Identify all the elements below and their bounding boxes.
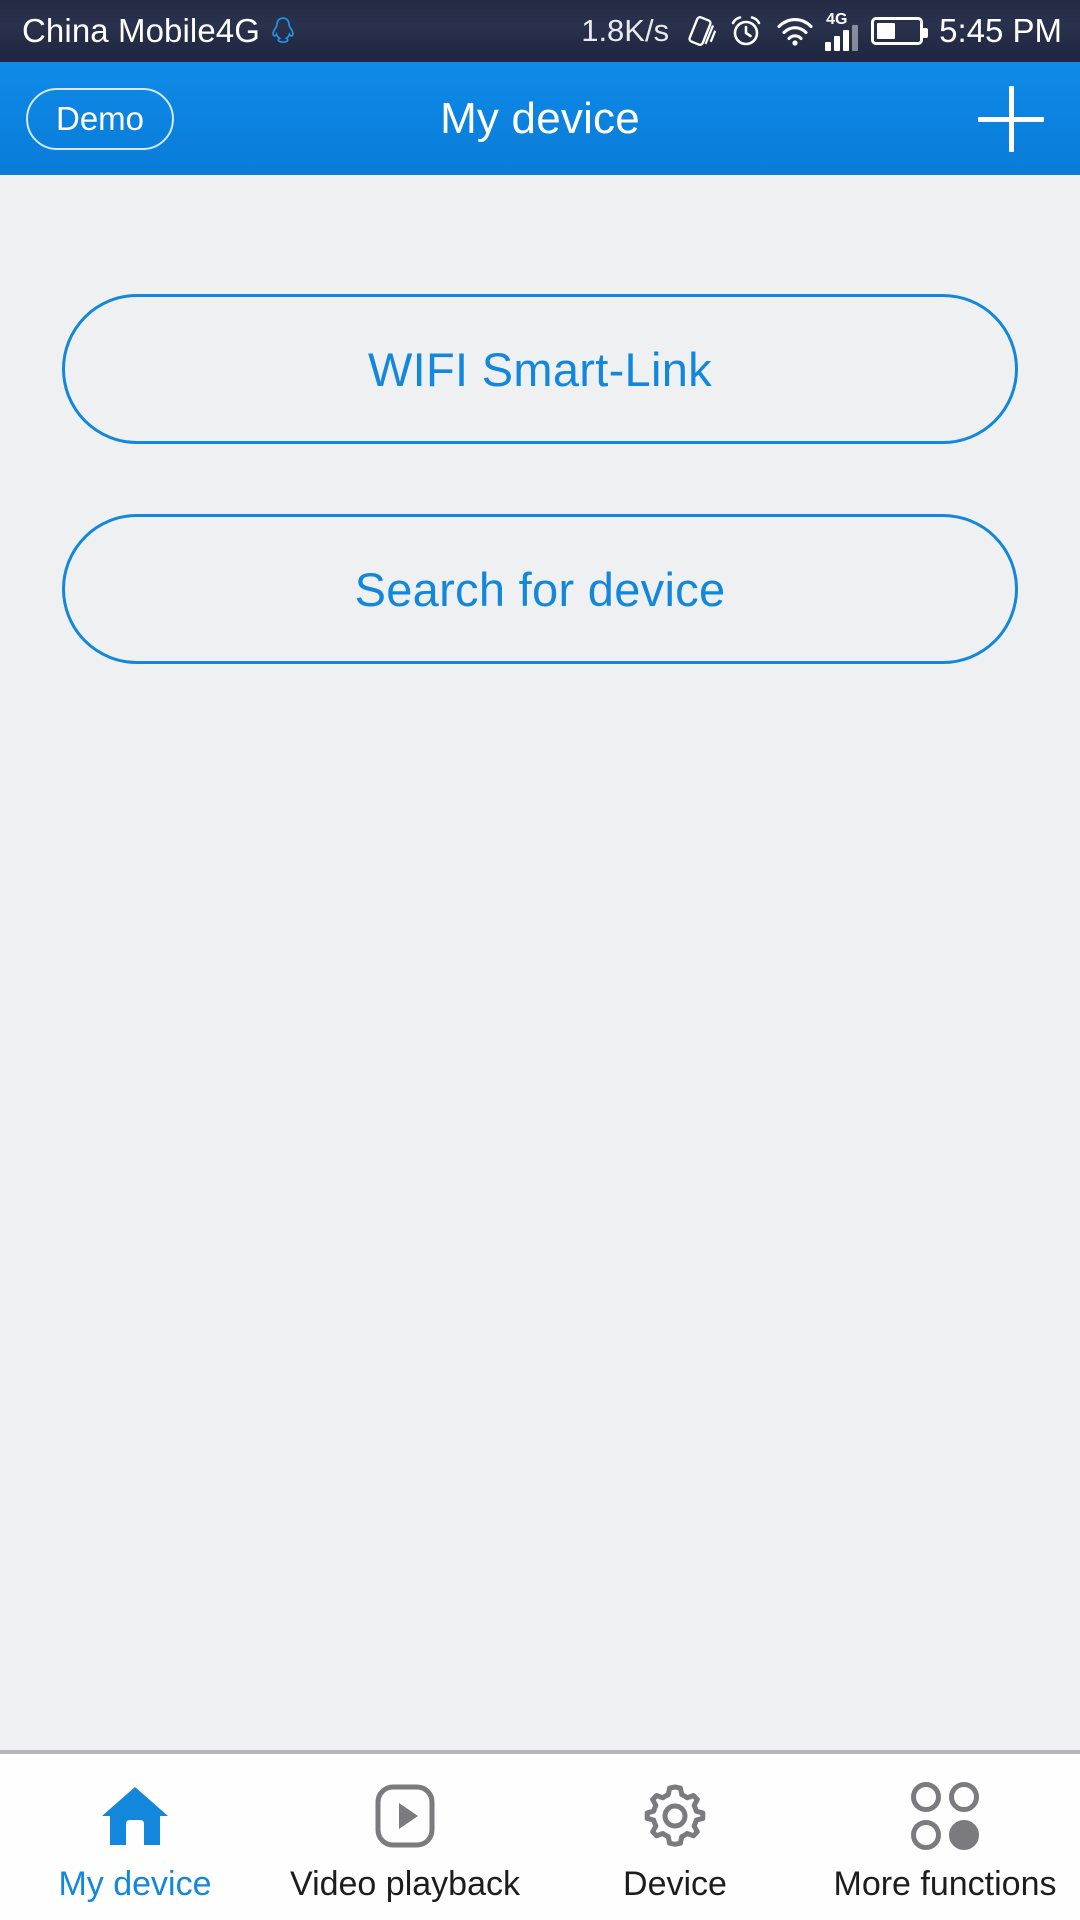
app-screen: China Mobile4G 1.8K/s 4G 5:45 PM Demo My… (0, 0, 1080, 1920)
status-bar-left: China Mobile4G (22, 12, 296, 50)
app-header: Demo My device (0, 62, 1080, 175)
four-dots-icon (911, 1779, 979, 1853)
wifi-icon (777, 18, 813, 46)
bottom-tab-bar: My device Video playback Device More fun… (0, 1750, 1080, 1920)
tab-my-device[interactable]: My device (0, 1754, 270, 1920)
gear-icon (640, 1779, 710, 1853)
tab-label-my-device: My device (58, 1865, 212, 1903)
network-speed-label: 1.8K/s (581, 13, 670, 48)
signal-bars-icon: 4G (825, 11, 859, 51)
vibrate-icon (688, 16, 717, 46)
play-video-icon (372, 1779, 438, 1853)
home-icon (98, 1779, 172, 1853)
four-dots-grid (911, 1782, 979, 1850)
signal-bars (825, 24, 859, 51)
tab-label-video-playback: Video playback (290, 1865, 520, 1903)
status-bar: China Mobile4G 1.8K/s 4G 5:45 PM (0, 0, 1080, 62)
tab-video-playback[interactable]: Video playback (270, 1754, 540, 1920)
battery-icon (871, 17, 929, 45)
main-content: WIFI Smart-Link Search for device (0, 175, 1080, 1750)
clock-label: 5:45 PM (939, 12, 1062, 49)
status-bar-right: 1.8K/s 4G 5:45 PM (581, 11, 1062, 51)
tab-label-more-functions: More functions (833, 1865, 1057, 1903)
plus-icon (978, 85, 1044, 152)
tab-label-device: Device (623, 1865, 727, 1903)
carrier-label: China Mobile4G (22, 12, 261, 49)
qq-penguin-icon (272, 17, 294, 44)
add-device-button[interactable] (972, 80, 1050, 158)
tab-device[interactable]: Device (540, 1754, 810, 1920)
wifi-smart-link-button[interactable]: WIFI Smart-Link (62, 294, 1018, 444)
alarm-clock-icon (731, 16, 761, 46)
tab-more-functions[interactable]: More functions (810, 1754, 1080, 1920)
demo-button[interactable]: Demo (26, 87, 175, 150)
search-for-device-button[interactable]: Search for device (62, 514, 1018, 664)
